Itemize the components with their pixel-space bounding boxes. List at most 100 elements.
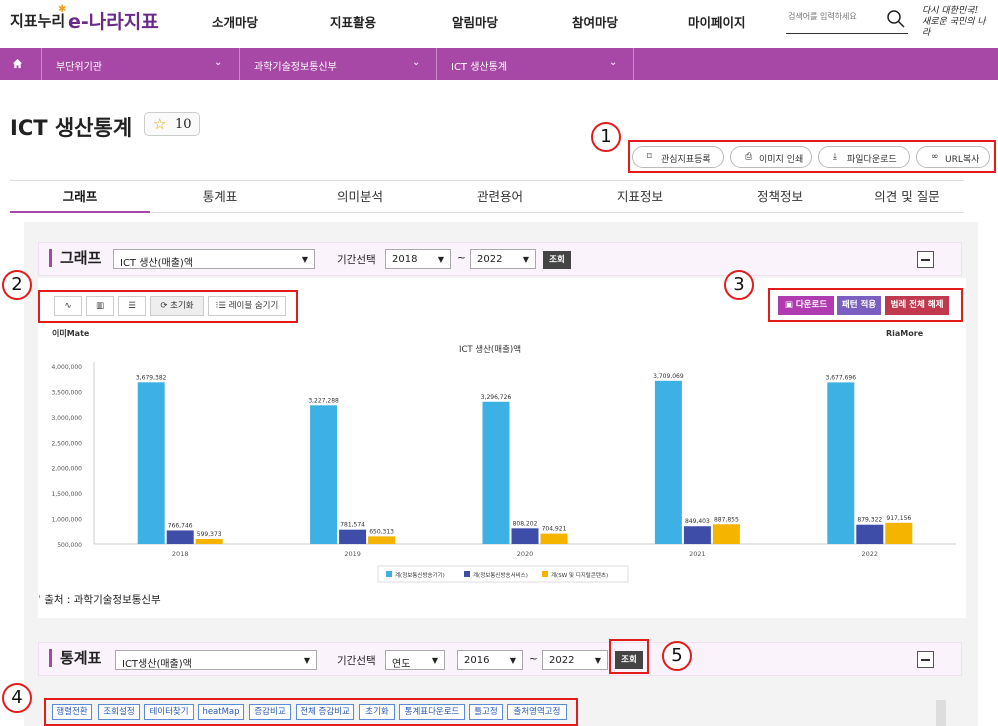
bar-2018-series-1: [137, 382, 165, 544]
search-input[interactable]: [788, 12, 884, 21]
bar-2020-series-3: [540, 533, 568, 544]
table-series-select[interactable]: ICT생산(매출)액 ▼: [115, 650, 317, 670]
data-label: 3,227,288: [308, 397, 339, 404]
data-label: 3,709,069: [653, 373, 684, 380]
copy-url-label: URL복사: [945, 155, 980, 165]
data-label: 3,677,696: [826, 374, 857, 381]
annotation-marker-5: 5: [662, 641, 692, 671]
graph-series-select[interactable]: ICT 생산(매출)액 ▼: [113, 249, 315, 269]
bar-chart: 이미Mate RiaMore ICT 생산(매출)액 4,000,000 3,500,0…: [51, 328, 956, 583]
x-tick-label: 2019: [344, 550, 361, 558]
caret-down-icon: ▼: [594, 656, 601, 665]
y-tick-label: 2,500,000: [51, 440, 82, 447]
query-settings-button[interactable]: 조회설정: [98, 704, 140, 720]
print-icon: ⎙: [745, 152, 753, 162]
home-icon: [12, 58, 23, 69]
graph-to-year-value: 2022: [477, 254, 503, 265]
bar-2020-series-1: [482, 401, 510, 544]
caret-down-icon: ▼: [301, 255, 308, 264]
caret-down-icon: ▼: [509, 656, 516, 665]
table-to-year-select[interactable]: 2022 ▼: [542, 650, 608, 670]
breadcrumb-indicator[interactable]: ICT 생산통계 ⌄: [437, 48, 634, 80]
graph-from-year-select[interactable]: 2018 ▼: [385, 249, 451, 269]
table-period-unit-select[interactable]: 연도 ▼: [385, 650, 445, 670]
breadcrumb-ministry-label: 과학기술정보통신부: [254, 62, 337, 73]
y-tick-label: 3,000,000: [51, 415, 82, 422]
file-download-button[interactable]: ⤓ 파일다운로드: [818, 146, 910, 168]
tab-opinions[interactable]: 의견 및 질문: [850, 181, 964, 213]
range-tilde: ~: [529, 653, 538, 665]
collapse-graph-button[interactable]: [917, 251, 934, 268]
data-label: 650,313: [369, 528, 394, 535]
heatmap-button[interactable]: heatMap: [198, 704, 244, 720]
bar-2019-series-2: [339, 529, 367, 544]
find-data-button[interactable]: 테이터찾기: [144, 704, 194, 720]
nav-notice[interactable]: 알림마당: [452, 12, 498, 31]
content-tabs: 그래프 통계표 의미분석 관련용어 지표정보 정책정보 의견 및 질문: [10, 180, 964, 213]
table-period-unit-value: 연도: [392, 659, 411, 670]
tab-indicator-info[interactable]: 지표정보: [570, 181, 710, 213]
table-scrollbar[interactable]: [936, 700, 946, 726]
data-label: 704,921: [542, 526, 567, 533]
y-tick-label: 500,000: [57, 542, 82, 549]
legend-swatch-1: [386, 571, 392, 577]
annotation-marker-2: 2: [2, 270, 32, 300]
favorite-button[interactable]: ☆ 10: [144, 112, 200, 136]
all-change-compare-button[interactable]: 전체 증감비교: [296, 704, 354, 720]
nav-intro[interactable]: 소개마당: [212, 12, 258, 31]
y-tick-label: 4,000,000: [51, 364, 82, 371]
reset-table-button[interactable]: 초기화: [359, 704, 395, 720]
freeze-panes-button[interactable]: 틀고정: [469, 704, 503, 720]
bar-2018-series-2: [166, 530, 194, 544]
table-download-button[interactable]: 통계표다운로드: [399, 704, 465, 720]
jipyonuri-logo[interactable]: 지표누리 ✱: [10, 4, 66, 31]
bar-2021-series-1: [654, 380, 682, 544]
graph-to-year-select[interactable]: 2022 ▼: [470, 249, 536, 269]
tab-graph[interactable]: 그래프: [10, 181, 150, 213]
caret-down-icon: ▼: [437, 255, 444, 264]
nav-mypage[interactable]: 마이페이지: [688, 12, 746, 31]
transpose-button[interactable]: 행렬전환: [52, 704, 92, 720]
graph-query-button[interactable]: 조회: [543, 251, 571, 269]
data-label: 917,156: [886, 515, 911, 522]
nav-participate[interactable]: 참여마당: [572, 12, 618, 31]
chart-brand-left: 이미Mate: [52, 328, 90, 338]
breadcrumb-home[interactable]: [0, 48, 42, 80]
data-label: 879,322: [857, 517, 882, 524]
logo-primary-text: 지표누리: [10, 12, 66, 30]
x-tick-label: 2022: [862, 550, 879, 558]
collapse-table-button[interactable]: [917, 651, 934, 668]
enara-logo[interactable]: e-나라지표: [68, 7, 159, 34]
data-label: 849,403: [685, 518, 710, 525]
caret-down-icon: ▼: [303, 656, 310, 665]
add-favorite-indicator-button[interactable]: ⌑ 관심지표등록: [632, 146, 724, 168]
bar-2019-series-3: [368, 536, 396, 544]
copy-url-button[interactable]: ∞ URL복사: [916, 146, 990, 168]
change-compare-button[interactable]: 증감비교: [249, 704, 291, 720]
data-label: 781,574: [340, 522, 365, 529]
slogan-line-1: 다시 대한민국!: [922, 6, 979, 16]
graph-period-label: 기간선택: [337, 254, 376, 266]
breadcrumb: 부단위기관 ⌄ 과학기술정보통신부 ⌄ ICT 생산통계 ⌄: [0, 48, 998, 80]
tab-terms[interactable]: 관련용어: [430, 181, 570, 213]
tab-meaning[interactable]: 의미분석: [290, 181, 430, 213]
table-period-label: 기간선택: [337, 655, 376, 667]
fix-source-area-button[interactable]: 출처영역고정: [507, 704, 567, 720]
print-image-button[interactable]: ⎙ 이미지 인쇄: [730, 146, 812, 168]
caret-down-icon: ▼: [522, 255, 529, 264]
breadcrumb-org-type[interactable]: 부단위기관 ⌄: [42, 48, 240, 80]
breadcrumb-ministry[interactable]: 과학기술정보통신부 ⌄: [240, 48, 437, 80]
tab-policy-info[interactable]: 정책정보: [710, 181, 850, 213]
annotation-marker-3: 3: [724, 270, 754, 300]
nav-usage[interactable]: 지표활용: [330, 12, 376, 31]
range-tilde: ~: [457, 252, 466, 264]
tab-stat-table[interactable]: 통계표: [150, 181, 290, 213]
breadcrumb-indicator-label: ICT 생산통계: [451, 62, 508, 73]
chevron-down-icon: ⌄: [214, 57, 223, 68]
page-title: ICT 생산통계: [10, 116, 133, 140]
table-from-year-select[interactable]: 2016 ▼: [457, 650, 523, 670]
search-icon[interactable]: [886, 9, 906, 29]
x-tick-label: 2021: [689, 550, 706, 558]
legend-label-3: 계(SW 및 디지털콘텐츠): [551, 571, 608, 579]
data-label: 808,202: [513, 520, 538, 527]
